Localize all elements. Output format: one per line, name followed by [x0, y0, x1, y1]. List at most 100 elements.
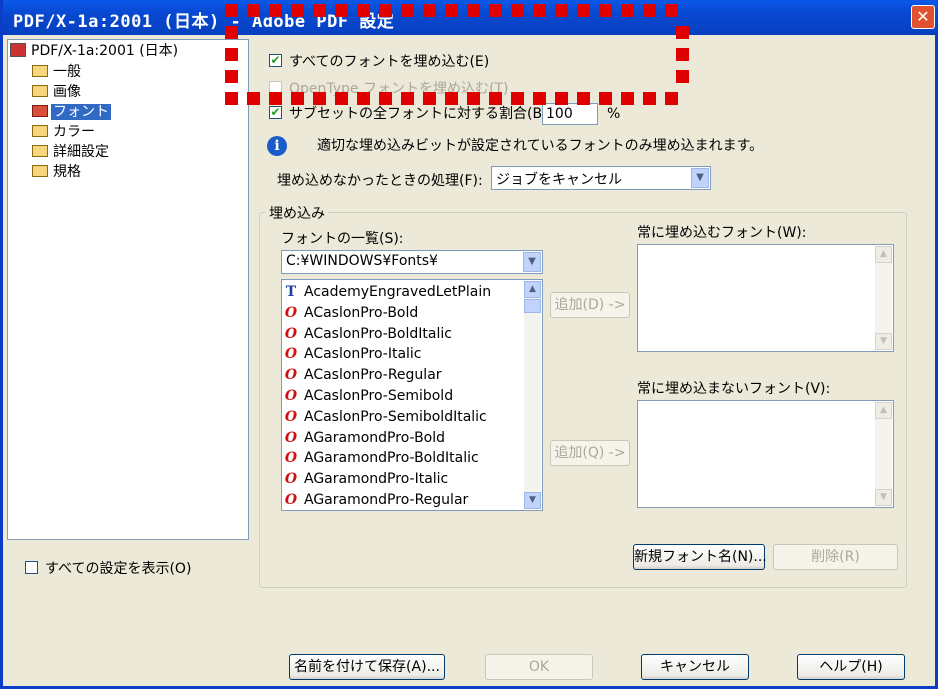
font-name: ACaslonPro-Regular: [304, 367, 442, 384]
red-dot: [489, 92, 502, 105]
delete-button[interactable]: 削除(R): [773, 544, 898, 570]
truetype-font-icon: T: [285, 284, 297, 300]
cancel-button[interactable]: キャンセル: [641, 654, 749, 680]
never-embed-label: 常に埋め込まないフォント(V):: [637, 381, 831, 397]
red-dot: [335, 92, 348, 105]
red-dot: [269, 4, 282, 17]
subset-checkbox[interactable]: ✔: [269, 106, 282, 119]
embedding-group-title: 埋め込み: [266, 203, 328, 223]
red-dot: [401, 92, 414, 105]
opentype-font-icon: O: [284, 325, 298, 342]
font-list-item[interactable]: O AGaramondPro-Italic: [284, 469, 448, 489]
font-list-label: フォントの一覧(S):: [281, 231, 404, 247]
tree-item-advanced[interactable]: 詳細設定: [32, 143, 111, 161]
scroll-up-icon[interactable]: ▲: [875, 246, 892, 263]
scroll-down-icon[interactable]: ▼: [875, 333, 892, 350]
red-dot: [467, 4, 480, 17]
red-dot: [599, 4, 612, 17]
info-icon: i: [267, 136, 287, 156]
ok-button[interactable]: OK: [485, 654, 593, 680]
red-dot: [379, 92, 392, 105]
scroll-up-icon[interactable]: ▲: [524, 281, 541, 298]
folder-icon: [32, 85, 48, 97]
red-dot: [665, 92, 678, 105]
tree-item-standards[interactable]: 規格: [32, 163, 83, 181]
new-font-name-button[interactable]: 新規フォント名(N)...: [633, 544, 767, 570]
never-embed-scrollbar[interactable]: ▲ ▼: [875, 402, 892, 506]
font-list-item[interactable]: O ACaslonPro-Regular: [284, 365, 442, 385]
font-name: AGaramondPro-Regular: [304, 492, 469, 508]
scroll-down-icon[interactable]: ▼: [524, 492, 541, 509]
red-dot: [621, 92, 634, 105]
red-dot: [401, 4, 414, 17]
tree-item-color[interactable]: カラー: [32, 123, 97, 141]
red-dot: [445, 4, 458, 17]
dropdown-arrow-icon: ▼: [523, 252, 541, 272]
tree-item-images[interactable]: 画像: [32, 83, 83, 101]
tree-item-general[interactable]: 一般: [32, 63, 83, 81]
subset-label: サブセットの全フォントに対する割合(B):: [289, 106, 553, 122]
always-embed-scrollbar[interactable]: ▲ ▼: [875, 246, 892, 350]
tree-item-fonts[interactable]: フォント: [32, 103, 111, 121]
scroll-up-icon[interactable]: ▲: [875, 402, 892, 419]
font-list-item[interactable]: O AGaramondPro-Regular: [284, 490, 468, 510]
font-name: AGaramondPro-Italic: [304, 471, 449, 488]
opentype-font-icon: O: [284, 492, 298, 508]
add-never-embed-button[interactable]: 追加(Q) ->: [550, 440, 630, 466]
tree-root[interactable]: PDF/X-1a:2001 (日本): [10, 42, 180, 60]
close-button[interactable]: ✕: [911, 5, 935, 29]
font-name: AcademyEngravedLetPlain: [304, 284, 492, 300]
save-as-button[interactable]: 名前を付けて保存(A)...: [289, 654, 445, 680]
red-dot: [247, 92, 260, 105]
subset-percent-input[interactable]: 100: [542, 103, 598, 125]
folder-icon: [32, 145, 48, 157]
help-button[interactable]: ヘルプ(H): [797, 654, 905, 680]
dropdown-arrow-icon: ▼: [691, 168, 709, 188]
never-embed-listbox[interactable]: ▲ ▼: [637, 400, 894, 508]
red-dot: [555, 92, 568, 105]
info-message: 適切な埋め込みビットが設定されているフォントのみ埋め込まれます。: [317, 138, 764, 154]
font-listbox[interactable]: T AcademyEngravedLetPlain O ACaslonPro-Bold…: [281, 279, 543, 511]
fail-action-dropdown[interactable]: ジョブをキャンセル ▼: [491, 166, 711, 190]
font-list-item[interactable]: O AGaramondPro-BoldItalic: [284, 448, 479, 468]
red-dot: [423, 4, 436, 17]
always-embed-listbox[interactable]: ▲ ▼: [637, 244, 894, 352]
red-dot: [357, 4, 370, 17]
font-name: AGaramondPro-BoldItalic: [304, 450, 479, 467]
scroll-thumb[interactable]: [524, 299, 541, 313]
open-folder-icon: [32, 105, 48, 117]
red-dot: [643, 92, 656, 105]
red-dot: [577, 92, 590, 105]
red-dot: [676, 48, 689, 61]
adobe-pdf-settings-window: PDF/X-1a:2001 (日本) - Adobe PDF 設定 ✕ PDF/…: [0, 0, 938, 689]
font-list-item[interactable]: O ACaslonPro-BoldItalic: [284, 324, 452, 344]
folder-icon: [32, 125, 48, 137]
always-embed-label: 常に埋め込むフォント(W):: [637, 225, 807, 241]
opentype-font-icon: O: [284, 304, 298, 321]
font-list-item[interactable]: O ACaslonPro-Italic: [284, 344, 422, 364]
red-dot: [335, 4, 348, 17]
red-dot: [599, 92, 612, 105]
red-dot: [313, 4, 326, 17]
font-name: ACaslonPro-Italic: [304, 346, 422, 363]
font-name: ACaslonPro-BoldItalic: [304, 325, 452, 342]
scroll-down-icon[interactable]: ▼: [875, 489, 892, 506]
font-list-item[interactable]: O AGaramondPro-Bold: [284, 428, 445, 448]
red-dot: [291, 4, 304, 17]
font-list-item[interactable]: O ACaslonPro-SemiboldItalic: [284, 407, 487, 427]
settings-tree[interactable]: PDF/X-1a:2001 (日本) 一般 画像 フォント カラー 詳細設定 規…: [7, 39, 249, 540]
red-dot: [621, 4, 634, 17]
percent-unit: %: [607, 106, 621, 122]
font-list-item[interactable]: O ACaslonPro-Semibold: [284, 386, 453, 406]
font-name: ACaslonPro-SemiboldItalic: [304, 408, 487, 425]
font-list-item[interactable]: T AcademyEngravedLetPlain: [284, 282, 491, 302]
show-all-settings-label: すべての設定を表示(O): [45, 561, 192, 577]
font-list-item[interactable]: O ACaslonPro-Bold: [284, 303, 418, 323]
font-folder-dropdown[interactable]: C:¥WINDOWS¥Fonts¥ ▼: [281, 250, 543, 274]
red-dot: [247, 4, 260, 17]
font-list-scrollbar[interactable]: ▲ ▼: [524, 281, 541, 509]
add-embed-button[interactable]: 追加(D) ->: [550, 292, 630, 318]
show-all-settings-checkbox[interactable]: [25, 561, 38, 574]
red-dot: [511, 4, 524, 17]
embed-all-checkbox[interactable]: ✔: [269, 54, 282, 67]
